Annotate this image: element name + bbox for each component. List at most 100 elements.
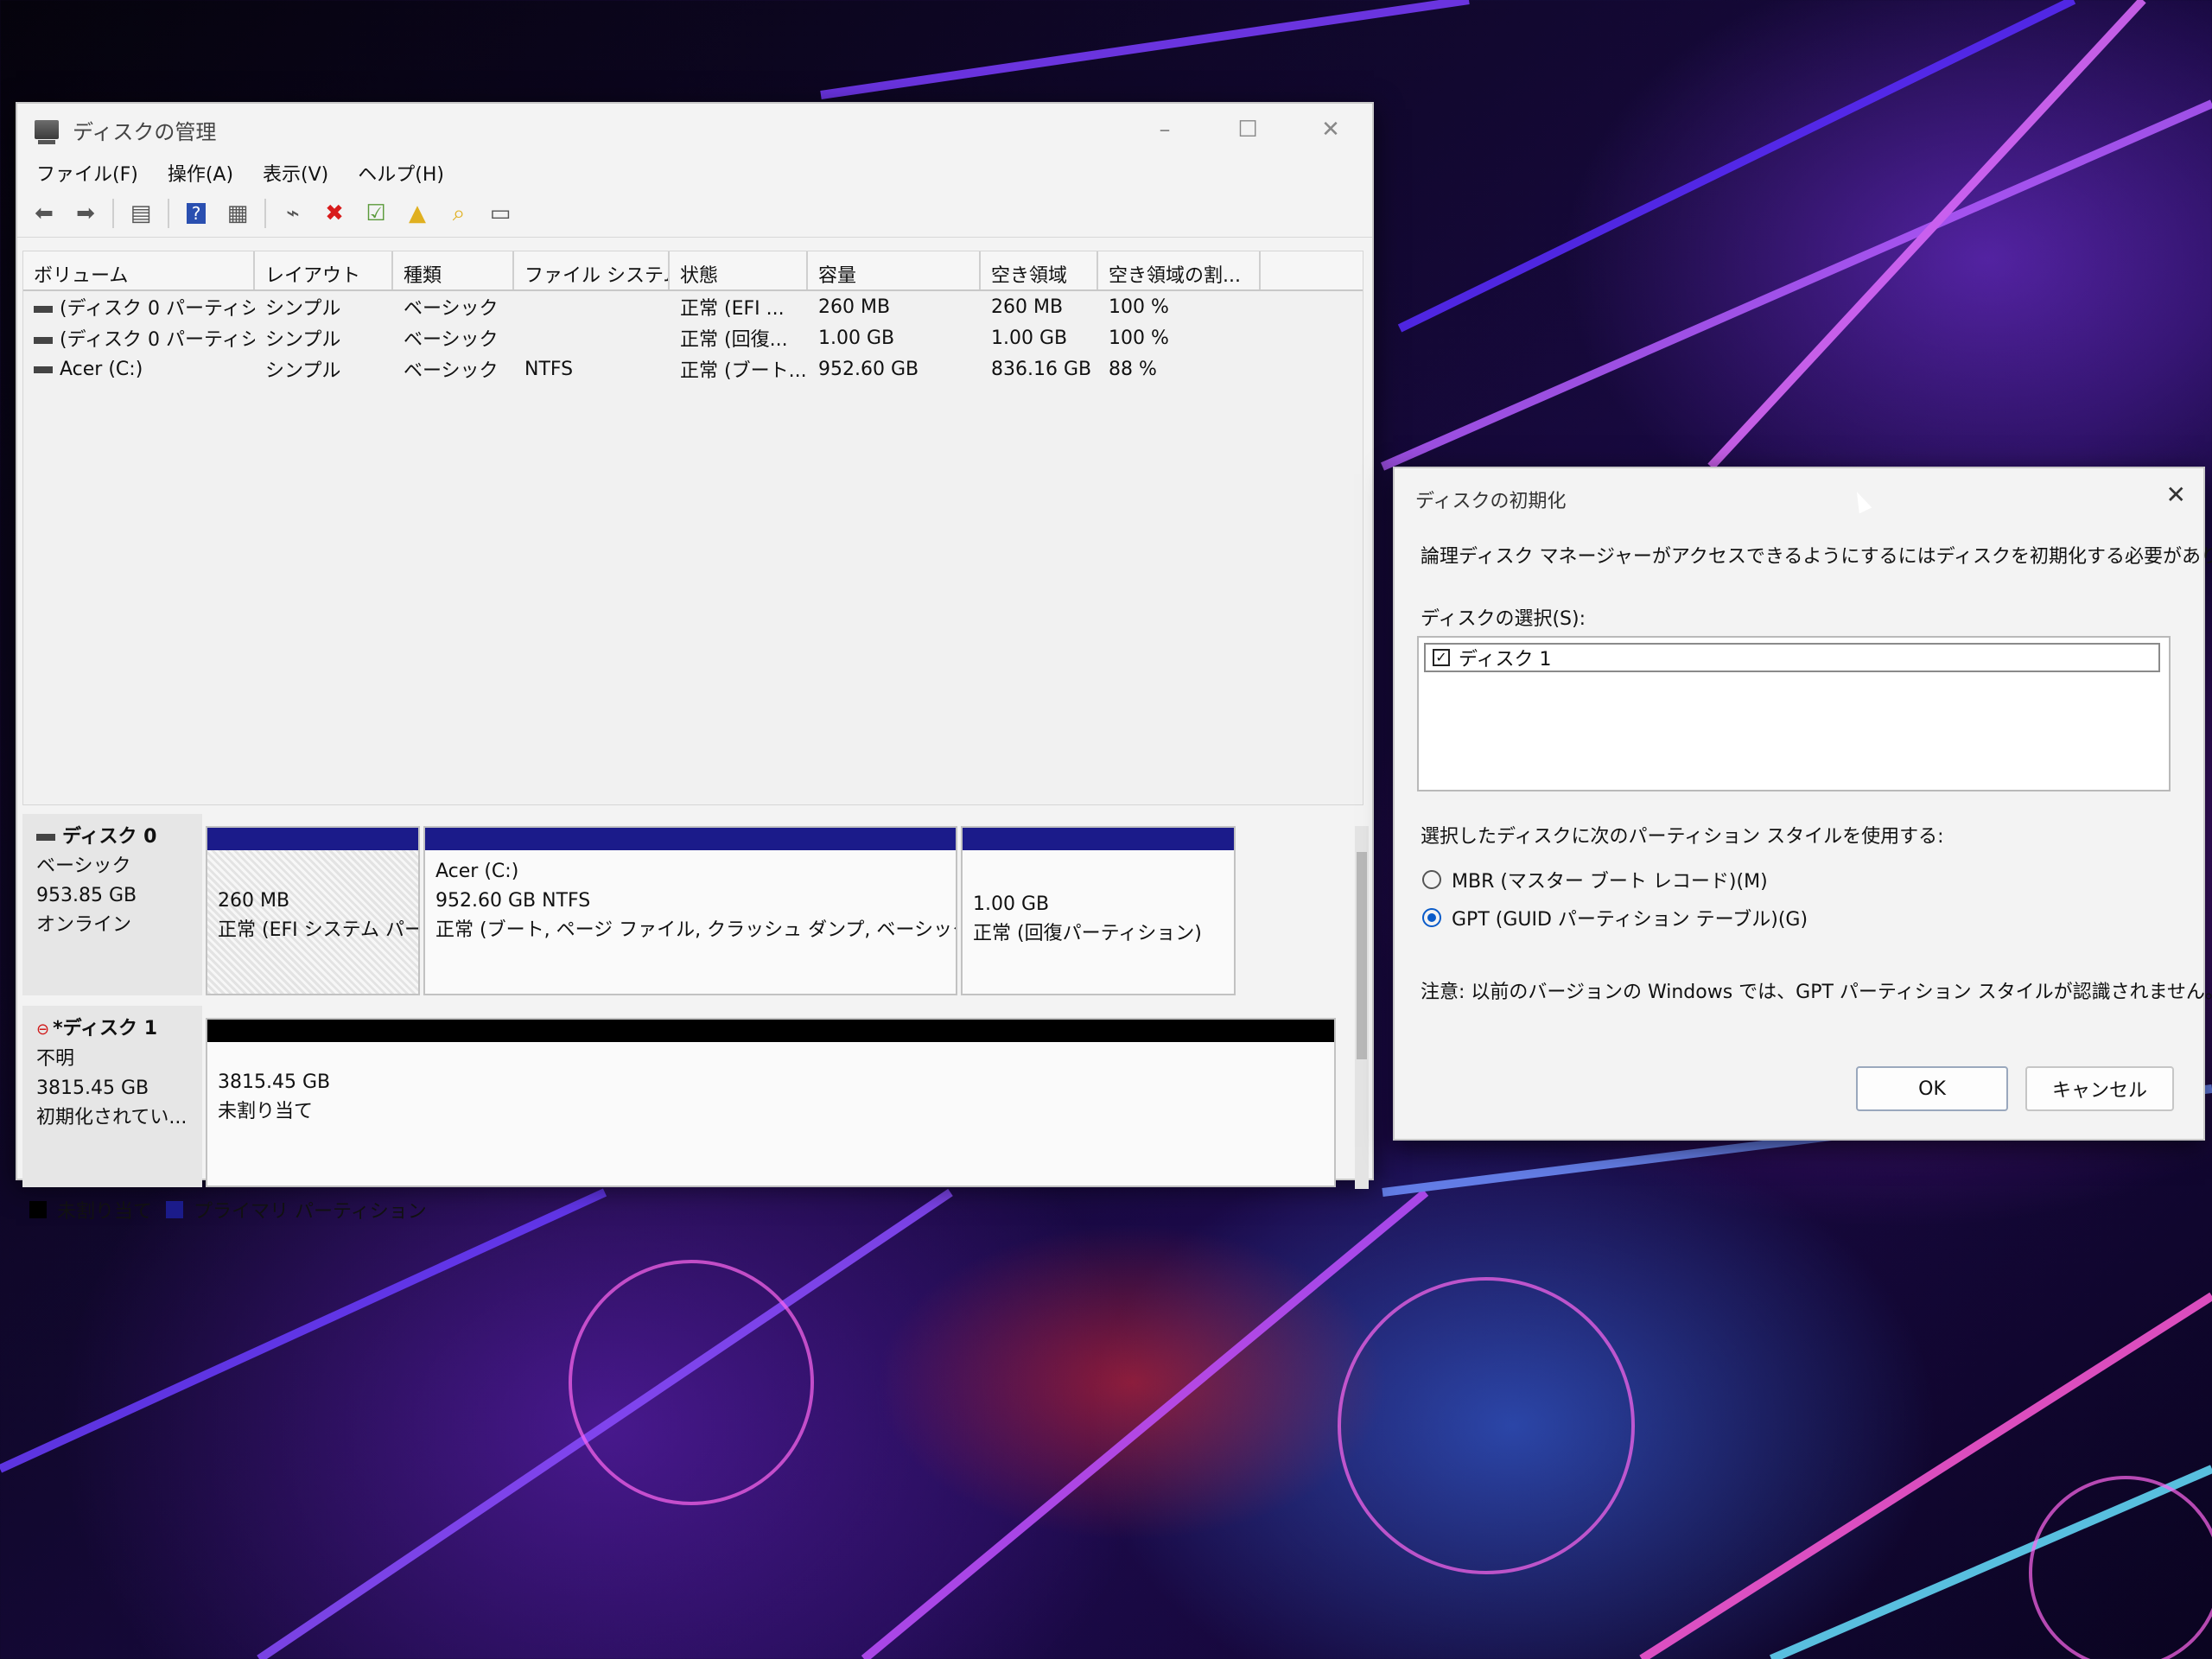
partition-bar [207,1020,1334,1042]
volume-name-cell: Acer (C:) [23,359,255,380]
menu-bar: ファイル(F) 操作(A) 表示(V) ヘルプ(H) [17,156,1372,190]
status-cell: 正常 (EFI ... [680,298,785,320]
dialog-note: 注意: 以前のバージョンの Windows では、GPT パーティション スタイ… [1421,982,2212,1003]
disk-1-checkbox[interactable]: ✓ [1433,649,1450,666]
partition-recovery[interactable]: 1.00 GB 正常 (回復パーティション) [961,826,1236,995]
disk-state: オンライン [36,914,132,936]
capacity-cell: 952.60 GB [818,358,919,380]
gpt-label: GPT (GUID パーティション テーブル)(G) [1452,909,1808,931]
menu-view[interactable]: 表示(V) [263,159,328,187]
column-volume[interactable]: ボリューム [23,251,255,289]
delete-icon[interactable]: ✖ [320,199,349,228]
title-bar[interactable]: ディスクの管理 – ☐ ✕ [17,104,1372,156]
list-item[interactable]: ✓ ディスク 1 [1424,643,2160,672]
partition-efi[interactable]: 260 MB 正常 (EFI システム パー [206,826,420,995]
volume-list: ボリューム レイアウト 種類 ファイル システム 状態 容量 空き領域 空き領域… [22,251,1363,805]
scrollbar-thumb[interactable] [1357,852,1367,1059]
vertical-scrollbar[interactable] [1355,826,1369,1189]
partition-status: 正常 (EFI システム パー [218,919,418,941]
disk-management-window: ディスクの管理 – ☐ ✕ ファイル(F) 操作(A) 表示(V) ヘルプ(H)… [16,102,1374,1223]
mbr-radio[interactable] [1422,870,1441,889]
partition-size: 952.60 GB NTFS [435,890,591,912]
view-icon[interactable]: ▭ [486,199,515,228]
connect-icon[interactable]: ⌁ [278,199,308,228]
properties-icon[interactable]: ▦ [223,199,252,228]
column-type[interactable]: 種類 [393,251,514,289]
partition-status: 正常 (ブート, ページ ファイル, クラッシュ ダンプ, ベーシック データ … [435,919,956,941]
dialog-description: 論理ディスク マネージャーがアクセスできるようにするにはディスクを初期化する必要… [1421,546,2212,568]
column-status[interactable]: 状態 [670,251,808,289]
layout-cell: シンプル [265,329,341,351]
minimize-button[interactable]: – [1123,104,1206,156]
maximize-button[interactable]: ☐ [1206,104,1289,156]
initialize-disk-dialog: ディスクの初期化 ✕ 論理ディスク マネージャーがアクセスできるようにするにはデ… [1393,467,2212,1141]
ok-button[interactable]: OK [1856,1066,2008,1111]
disk-name: ディスク 0 [62,826,157,848]
dialog-title: ディスクの初期化 [1415,491,1567,512]
console-tree-icon[interactable]: ▤ [126,199,156,228]
disk-type: 不明 [36,1048,75,1070]
column-free-space[interactable]: 空き領域 [981,251,1098,289]
type-cell: ベーシック [404,298,499,320]
toolbar: ⬅ ➡ ▤ ? ▦ ⌁ ✖ ☑ ▲ ⌕ ▭ [17,190,1372,238]
dialog-close-icon[interactable]: ✕ [2166,480,2186,509]
table-row[interactable]: (ディスク 0 パーティショ... シンプル ベーシック 正常 (回復... 1… [23,322,1363,353]
menu-action[interactable]: 操作(A) [168,159,233,187]
table-row[interactable]: Acer (C:) シンプル ベーシック NTFS 正常 (ブート... 952… [23,353,1363,385]
forward-arrow-icon[interactable]: ➡ [71,199,100,228]
partition-unallocated[interactable]: 3815.45 GB 未割り当て [206,1018,1336,1187]
legend-label: プライマリ パーティション [194,1201,427,1223]
disk-size: 3815.45 GB [36,1077,149,1099]
legend-swatch [166,1201,184,1218]
legend-primary: プライマリ パーティション [166,1196,427,1224]
disk-1-row: ⊖ *ディスク 1 不明 3815.45 GB 初期化されてい... 3815.4… [22,1006,1341,1187]
disk-select-list[interactable]: ✓ ディスク 1 [1417,636,2171,791]
free-cell: 1.00 GB [991,327,1068,349]
column-free-percent[interactable]: 空き領域の割... [1098,251,1261,289]
up-folder-icon[interactable]: ▲ [403,199,432,228]
column-file-system[interactable]: ファイル システム [514,251,670,289]
error-icon: ⊖ [36,1020,50,1039]
volume-list-header: ボリューム レイアウト 種類 ファイル システム 状態 容量 空き領域 空き領域… [23,251,1363,291]
cancel-button[interactable]: キャンセル [2025,1066,2174,1111]
disk-name: *ディスク 1 [53,1018,158,1039]
capacity-cell: 260 MB [818,296,891,318]
search-folder-icon[interactable]: ⌕ [444,199,474,228]
volume-name-cell: (ディスク 0 パーティショ... [23,293,255,321]
type-cell: ベーシック [404,329,499,351]
check-icon[interactable]: ☑ [361,199,391,228]
menu-help[interactable]: ヘルプ(H) [358,159,444,187]
gpt-option[interactable]: GPT (GUID パーティション テーブル)(G) [1422,904,1808,931]
free-cell: 836.16 GB [991,358,1092,380]
partition-bar [207,828,418,850]
fs-cell: NTFS [524,358,574,380]
volume-icon [34,306,53,313]
partition-status: 未割り当て [218,1101,314,1122]
gpt-radio[interactable] [1422,908,1441,927]
window-title: ディスクの管理 [73,119,217,144]
partition-label: Acer (C:) [435,861,519,882]
close-button[interactable]: ✕ [1289,104,1372,156]
volume-name-cell: (ディスク 0 パーティショ... [23,324,255,352]
partition-status: 正常 (回復パーティション) [973,923,1202,944]
volume-name: (ディスク 0 パーティショ... [60,329,255,351]
pct-cell: 88 % [1109,358,1157,380]
mbr-option[interactable]: MBR (マスター ブート レコード)(M) [1422,866,1768,893]
disk-0-label[interactable]: ディスク 0 ベーシック 953.85 GB オンライン [22,814,202,995]
disk-1-label[interactable]: ⊖ *ディスク 1 不明 3815.45 GB 初期化されてい... [22,1006,202,1187]
column-layout[interactable]: レイアウト [255,251,393,289]
disk-0-row: ディスク 0 ベーシック 953.85 GB オンライン 260 MB 正常 (… [22,814,1341,995]
menu-file[interactable]: ファイル(F) [36,159,138,187]
help-icon[interactable]: ? [181,199,211,228]
table-row[interactable]: (ディスク 0 パーティショ... シンプル ベーシック 正常 (EFI ...… [23,291,1363,322]
disk-select-label: ディスクの選択(S): [1421,608,1586,630]
disk-size: 953.85 GB [36,885,137,906]
volume-name: (ディスク 0 パーティショ... [60,298,255,320]
disk-state: 初期化されてい... [36,1107,188,1128]
back-arrow-icon[interactable]: ⬅ [29,199,59,228]
toolbar-separator [168,199,169,228]
legend-unallocated: 未割り当て [29,1196,152,1224]
column-capacity[interactable]: 容量 [808,251,981,289]
partition-c[interactable]: Acer (C:) 952.60 GB NTFS 正常 (ブート, ページ ファ… [423,826,957,995]
partition-bar [425,828,956,850]
